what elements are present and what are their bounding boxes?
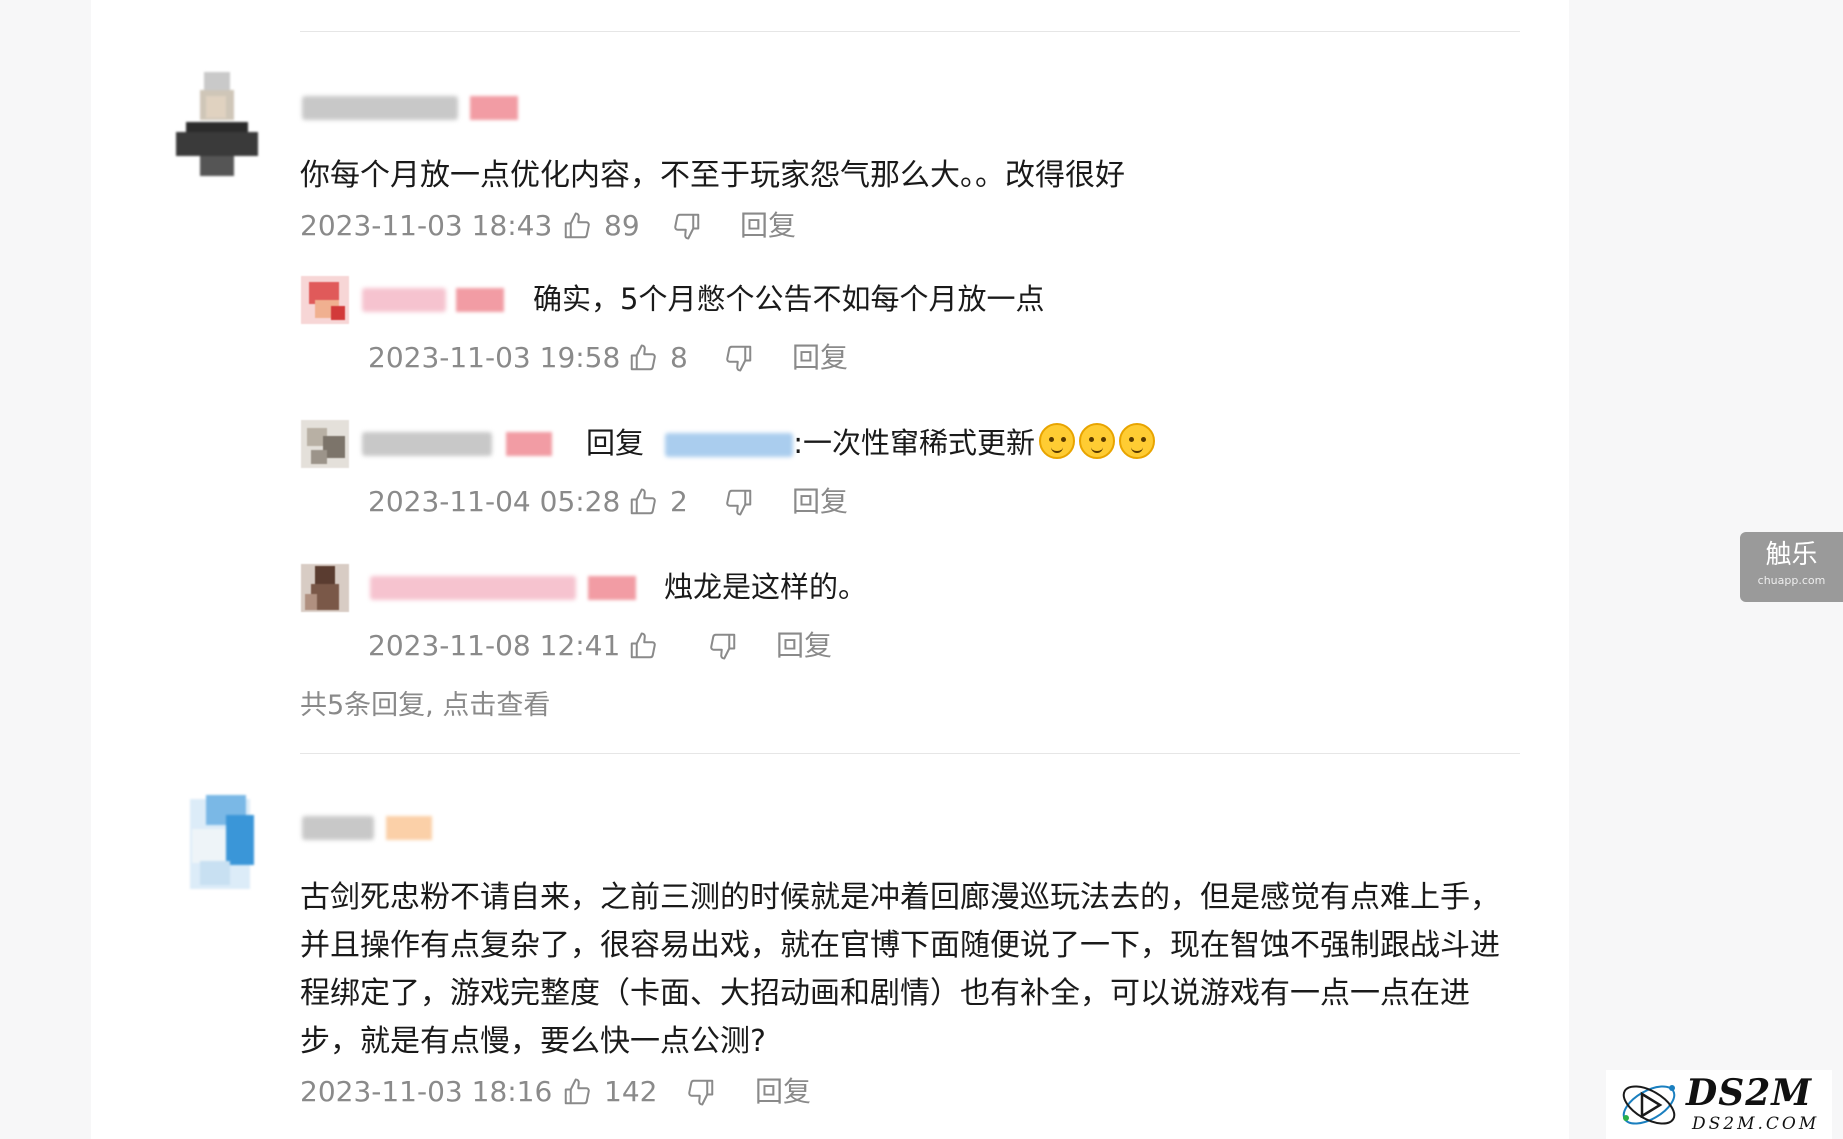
comment-text-line: 并且操作有点复杂了，很容易出戏，就在官博下面随便说了一下，现在智蚀不强制跟战斗进 <box>300 928 1500 963</box>
thumbs-down-icon <box>674 213 700 240</box>
like-button[interactable]: 8 <box>628 338 688 378</box>
thumbs-down-icon <box>710 633 736 660</box>
username-blurred[interactable] <box>302 96 458 120</box>
user-level-badge <box>588 576 636 600</box>
like-button[interactable]: 89 <box>562 206 640 246</box>
comment-text: 你每个月放一点优化内容，不至于玩家怨气那么大。。改得很好 <box>300 158 1125 193</box>
reply-text: 确实，5个月憋个公告不如每个月放一点 <box>533 282 1045 316</box>
thumbs-up-icon <box>630 488 656 515</box>
comment-text-line: 步，就是有点慢，要么快一点公测? <box>300 1024 766 1059</box>
reply-content: :一次性窜稀式更新 <box>793 426 1036 460</box>
dislike-button[interactable] <box>724 338 754 378</box>
thumbs-up-icon <box>564 1078 590 1105</box>
cat-face-emoji-icon <box>1039 423 1076 459</box>
thumbs-down-icon <box>726 345 752 372</box>
thumbs-up-icon <box>564 212 590 239</box>
thumbs-up-icon <box>630 344 656 371</box>
user-level-badge <box>456 288 504 312</box>
reply-time: 2023-11-04 05:28 <box>368 485 621 518</box>
user-avatar[interactable] <box>301 564 349 612</box>
like-button[interactable]: 142 <box>562 1072 657 1112</box>
comment-time: 2023-11-03 18:16 <box>300 1075 553 1108</box>
reply-meta: 2023-11-03 19:58 8 回复 <box>368 338 888 378</box>
user-avatar[interactable] <box>170 795 264 903</box>
reply-button[interactable]: 回复 <box>740 206 796 246</box>
reply-to-user-blurred[interactable] <box>665 433 794 457</box>
comment-divider <box>300 753 1520 754</box>
watermark-brand: DS2M <box>1686 1072 1813 1114</box>
dislike-button[interactable] <box>724 482 754 522</box>
thumbs-down-icon <box>688 1079 714 1106</box>
like-count: 2 <box>670 485 688 518</box>
reply-time: 2023-11-03 19:58 <box>368 341 621 374</box>
dislike-button[interactable] <box>672 206 702 246</box>
cat-face-emoji-icon <box>1119 423 1156 459</box>
user-avatar[interactable] <box>301 276 349 324</box>
comment-divider <box>300 31 1520 32</box>
reply-button[interactable]: 回复 <box>792 482 848 522</box>
thumbs-up-icon <box>630 632 656 659</box>
reply-text: 回复 :一次性窜稀式更新 <box>586 423 1156 463</box>
reply-button[interactable]: 回复 <box>792 338 848 378</box>
dislike-button[interactable] <box>686 1072 716 1112</box>
username-blurred[interactable] <box>362 432 492 456</box>
like-button[interactable]: 2 <box>628 482 688 522</box>
cat-face-emoji-icon <box>1079 423 1116 459</box>
comment-time: 2023-11-03 18:43 <box>300 209 553 242</box>
watermark: DS2M DS2M.COM <box>1606 1070 1832 1139</box>
comment-meta: 2023-11-03 18:16 142 回复 <box>300 1072 860 1112</box>
user-avatar[interactable] <box>170 72 264 180</box>
comment-meta: 2023-11-03 18:43 89 回复 <box>300 206 860 246</box>
site-badge[interactable]: 触乐 chuapp.com <box>1740 532 1843 602</box>
username-blurred[interactable] <box>302 816 374 840</box>
like-button[interactable] <box>628 626 658 666</box>
like-count: 89 <box>604 209 640 242</box>
reply-button[interactable]: 回复 <box>755 1072 811 1112</box>
reply-text: 烛龙是这样的。 <box>664 570 868 604</box>
comment-text-line: 古剑死忠粉不请自来，之前三测的时候就是冲着回廊漫巡玩法去的，但是感觉有点难上手， <box>300 880 1500 915</box>
reply-time: 2023-11-08 12:41 <box>368 629 621 662</box>
site-badge-subtitle: chuapp.com <box>1757 574 1826 587</box>
site-badge-title: 触乐 <box>1765 540 1818 570</box>
like-count: 142 <box>604 1075 658 1108</box>
reply-meta: 2023-11-04 05:28 2 回复 <box>368 482 888 522</box>
user-level-badge <box>470 96 518 120</box>
comment-text-line: 程绑定了，游戏完整度（卡面、大招动画和剧情）也有补全，可以说游戏有一点一点在进 <box>300 976 1470 1011</box>
reply-meta: 2023-11-08 12:41 回复 <box>368 626 888 666</box>
user-avatar[interactable] <box>301 420 349 468</box>
watermark-logo-icon <box>1622 1085 1676 1125</box>
reply-button[interactable]: 回复 <box>776 626 832 666</box>
watermark-url: DS2M.COM <box>1692 1114 1820 1134</box>
view-more-replies-link[interactable]: 共5条回复, 点击查看 <box>300 688 550 724</box>
reply-to-label: 回复 <box>586 426 645 460</box>
dislike-button[interactable] <box>708 626 738 666</box>
username-blurred[interactable] <box>362 288 446 312</box>
thumbs-down-icon <box>726 489 752 516</box>
user-level-badge <box>506 432 552 456</box>
like-count: 8 <box>670 341 688 374</box>
user-level-badge <box>386 816 432 840</box>
username-blurred[interactable] <box>370 576 576 600</box>
